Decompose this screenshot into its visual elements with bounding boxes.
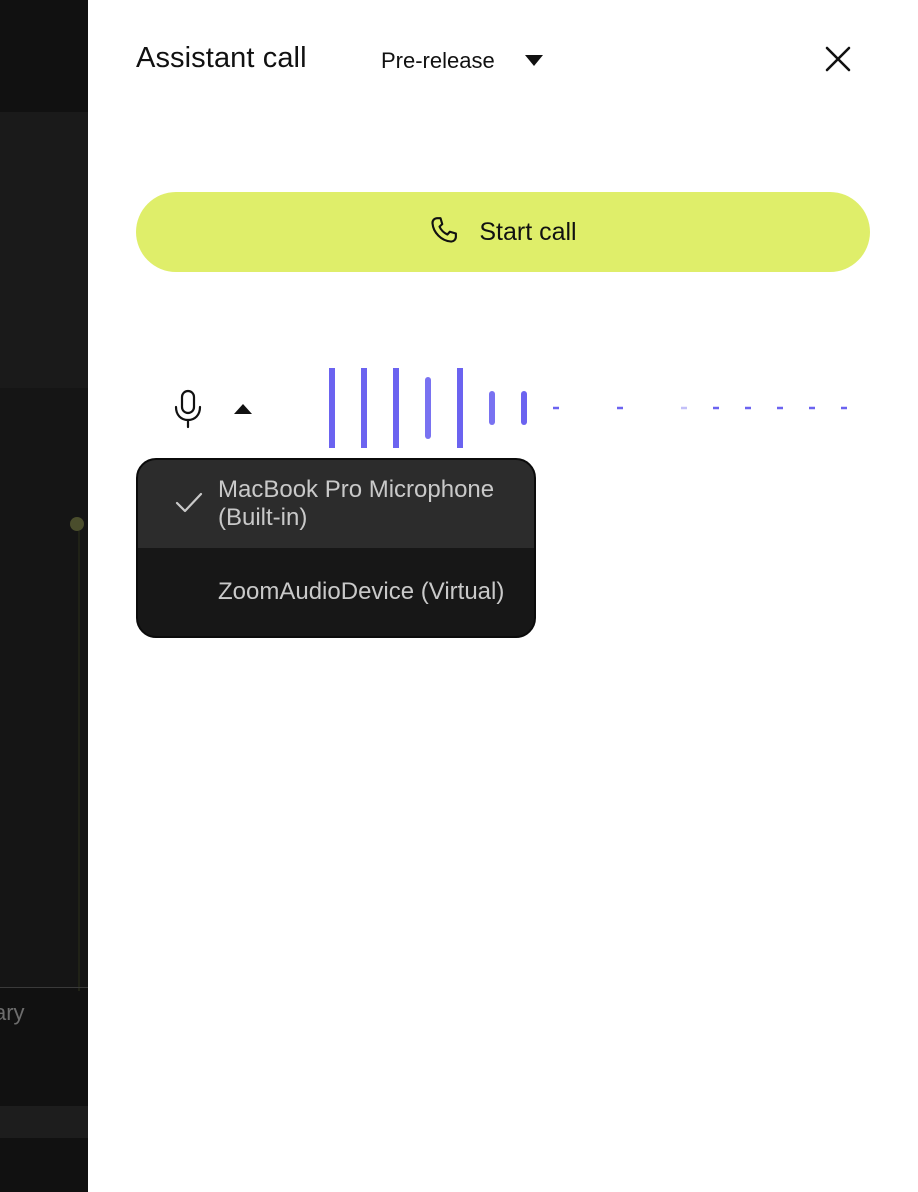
microphone-icon xyxy=(174,389,202,429)
caret-down-icon xyxy=(524,55,543,66)
assistant-call-panel: Assistant call Pre-release Start call Ma… xyxy=(88,0,918,1192)
start-call-label: Start call xyxy=(479,217,577,246)
version-select-label: Pre-release xyxy=(381,48,495,73)
panel-title: Assistant call xyxy=(136,42,307,74)
background-timeline-dot xyxy=(70,517,84,531)
microphone-dropdown: MacBook Pro Microphone (Built-in) ZoomAu… xyxy=(136,458,536,638)
microphone-button[interactable] xyxy=(172,388,204,430)
microphone-option-macbook[interactable]: MacBook Pro Microphone (Built-in) xyxy=(138,460,534,548)
background-partial-text: ary xyxy=(0,1000,25,1025)
start-call-button[interactable]: Start call xyxy=(136,192,870,272)
waveform-bars xyxy=(329,368,847,448)
background-header xyxy=(0,0,88,112)
audio-level-waveform xyxy=(329,368,847,448)
microphone-option-label: MacBook Pro Microphone (Built-in) xyxy=(218,476,495,531)
microphone-option-label: ZoomAudioDevice (Virtual) xyxy=(218,578,505,605)
phone-icon xyxy=(431,217,458,243)
close-button[interactable] xyxy=(822,43,854,75)
background-footer-bar xyxy=(0,1106,88,1138)
microphone-option-zoom[interactable]: ZoomAudioDevice (Virtual) xyxy=(138,548,534,636)
background-content xyxy=(0,388,88,988)
background-divider xyxy=(0,987,88,988)
app-root: ary Assistant call Pre-release Start cal… xyxy=(0,0,918,1192)
background-app: ary xyxy=(0,0,88,1192)
background-timeline-line xyxy=(78,531,80,991)
caret-up-icon[interactable] xyxy=(232,402,254,416)
close-icon xyxy=(825,46,851,72)
check-icon xyxy=(175,492,203,513)
background-section xyxy=(0,112,88,388)
version-select[interactable]: Pre-release xyxy=(381,44,543,78)
